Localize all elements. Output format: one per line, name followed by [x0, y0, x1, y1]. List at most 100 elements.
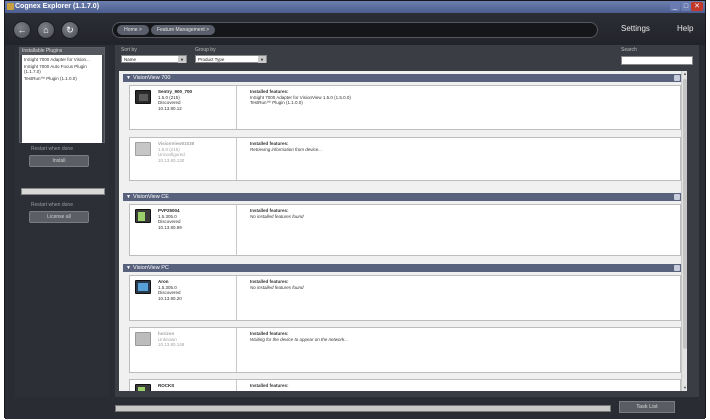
- collapse-triangle-icon: ▼: [126, 75, 131, 81]
- collapse-triangle-icon: ▼: [126, 194, 131, 200]
- group-header-visionview-ce[interactable]: ▼ VisionView CE: [123, 193, 683, 201]
- device-ip: 10.13.80.148: [158, 342, 185, 347]
- back-arrow-icon: ←: [17, 25, 27, 35]
- list-item[interactable]: TestRun™ Plugin (1.1.0.0): [22, 74, 102, 81]
- computer-icon: [135, 280, 151, 294]
- search-input[interactable]: [621, 56, 693, 65]
- task-list-button[interactable]: Task List: [619, 401, 675, 413]
- collapse-triangle-icon: ▼: [126, 265, 131, 271]
- refresh-icon: ↻: [66, 25, 74, 35]
- app-icon: [7, 3, 14, 10]
- device-info: PVP25004 1.5.305.0 Discovered 10.13.80.9…: [158, 208, 182, 230]
- list-item[interactable]: InSight 7000 Adapter for Vision...: [22, 55, 102, 62]
- group-value: Product Type: [198, 57, 225, 62]
- device-info: ROCKS: [158, 383, 174, 389]
- device-card[interactable]: horizon Unknown 10.13.80.148 Installed f…: [129, 327, 681, 373]
- home-icon: ⌂: [43, 25, 49, 35]
- license-input[interactable]: [21, 188, 105, 195]
- copy-icon[interactable]: [674, 194, 680, 200]
- restart-note: Restart when done: [31, 202, 73, 208]
- device-card[interactable]: Sentry_900_700 1.5.0 (215) Discovered 10…: [129, 85, 681, 130]
- list-item[interactable]: InSight 7000 Auto Focus Plugin (1.1.7.0): [22, 62, 102, 74]
- breadcrumb-home[interactable]: Home >: [117, 25, 149, 35]
- operator-panel-icon: [135, 209, 151, 223]
- vertical-scrollbar[interactable]: ▲ ▼: [681, 71, 687, 391]
- refresh-button[interactable]: ↻: [61, 21, 79, 39]
- device-ip: 10.13.80.20: [158, 295, 182, 301]
- breadcrumb: Home > Feature Management >: [112, 22, 598, 38]
- device-ip: 10.13.80.12: [158, 105, 182, 111]
- search-label: Search: [621, 47, 637, 53]
- device-name: VisionView01038: [158, 141, 195, 146]
- device-list: ▼ VisionView 700 Sentry_900_700 1.5.0 (2…: [119, 71, 687, 391]
- settings-link[interactable]: Settings: [621, 24, 650, 33]
- window-title: Cognex Explorer (1.1.7.0): [15, 3, 100, 10]
- toolbar: ← ⌂ ↻ Home > Feature Management > Settin…: [5, 13, 705, 45]
- device-features: Installed features: Retrieving informati…: [250, 141, 322, 152]
- group-header-visionview-700[interactable]: ▼ VisionView 700: [123, 74, 683, 82]
- close-button[interactable]: ✕: [691, 2, 703, 11]
- restart-note: Restart when done: [31, 146, 73, 152]
- feature-item: Waiting for the device to appear on the …: [250, 336, 348, 342]
- device-ip: 10.13.80.130: [158, 157, 185, 163]
- camera-offline-icon: [135, 142, 151, 156]
- group-name: VisionView 700: [133, 75, 171, 81]
- maximize-button[interactable]: □: [681, 2, 691, 11]
- features-title: Installed features:: [250, 383, 289, 388]
- device-info: horizon Unknown 10.13.80.148: [158, 331, 184, 348]
- device-status: Discovered: [158, 290, 181, 295]
- chevron-down-icon: ▼: [178, 56, 186, 63]
- device-features: Installed features: InSight 7000 Adapter…: [250, 89, 351, 106]
- operator-panel-icon: [135, 384, 151, 391]
- sidebar: Installable Plugins InSight 7000 Adapter…: [15, 45, 109, 415]
- scroll-up-icon[interactable]: ▲: [682, 71, 687, 77]
- back-button[interactable]: ←: [13, 21, 31, 39]
- camera-icon: [135, 90, 151, 104]
- sort-value: Name: [124, 57, 137, 62]
- main-content: Sort by Name ▼ Group by Product Type ▼ Sea…: [115, 45, 699, 397]
- device-features: Installed features: No installed feature…: [250, 279, 304, 290]
- app-window: Cognex Explorer (1.1.7.0) _ □ ✕ ← ⌂ ↻ Ho…: [4, 0, 706, 419]
- device-ip: 10.13.80.99: [158, 224, 182, 230]
- sort-label: Sort by: [121, 47, 137, 53]
- feature-item: No installed features found: [250, 284, 304, 290]
- copy-icon[interactable]: [674, 75, 680, 81]
- chevron-down-icon: ▼: [258, 56, 266, 63]
- feature-item: No installed features found: [250, 213, 304, 219]
- device-status: Discovered: [158, 219, 181, 224]
- copy-icon[interactable]: [674, 265, 680, 271]
- license-all-button[interactable]: License all: [29, 211, 89, 223]
- feature-item: Retrieving information from device...: [250, 146, 323, 152]
- minimize-button[interactable]: _: [670, 2, 680, 11]
- title-bar: Cognex Explorer (1.1.7.0) _ □ ✕: [5, 1, 705, 13]
- install-button[interactable]: Install: [29, 155, 89, 167]
- scrollbar-thumb[interactable]: [683, 79, 687, 349]
- device-features: Installed features:: [250, 383, 289, 389]
- device-info: VisionView01038 1.5.0 (215) Unconfigured…: [158, 141, 194, 163]
- device-card[interactable]: PVP25004 1.5.305.0 Discovered 10.13.80.9…: [129, 204, 681, 256]
- installable-plugins-panel: Installable Plugins InSight 7000 Adapter…: [19, 47, 105, 143]
- breadcrumb-feature-management[interactable]: Feature Management >: [151, 25, 215, 35]
- device-info: Aron 1.5.305.0 Discovered 10.13.80.20: [158, 279, 182, 301]
- status-bar: Task List: [5, 397, 705, 419]
- device-features: Installed features: No installed feature…: [250, 208, 304, 219]
- device-name: PVP25004: [158, 208, 180, 213]
- device-info: Sentry_900_700 1.5.0 (215) Discovered 10…: [158, 89, 192, 111]
- home-button[interactable]: ⌂: [37, 21, 55, 39]
- group-select[interactable]: Product Type ▼: [195, 55, 267, 63]
- group-label: Group by: [195, 47, 216, 53]
- help-link[interactable]: Help: [677, 24, 693, 33]
- feature-item: TestRun™ Plugin (1.1.0.0): [250, 100, 303, 105]
- device-card[interactable]: Aron 1.5.305.0 Discovered 10.13.80.20 In…: [129, 275, 681, 321]
- device-name: ROCKS: [158, 383, 175, 388]
- group-header-visionview-pc[interactable]: ▼ VisionView PC: [123, 264, 683, 272]
- device-features: Installed features: Waiting for the devi…: [250, 331, 348, 342]
- computer-offline-icon: [135, 332, 151, 346]
- group-name: VisionView PC: [133, 265, 169, 271]
- sort-select[interactable]: Name ▼: [121, 55, 187, 63]
- plugins-panel-title: Installable Plugins: [20, 48, 104, 55]
- plugins-list: InSight 7000 Adapter for Vision... InSig…: [22, 55, 102, 143]
- scroll-down-icon[interactable]: ▼: [682, 385, 687, 391]
- device-card[interactable]: VisionView01038 1.5.0 (215) Unconfigured…: [129, 137, 681, 181]
- device-card[interactable]: ROCKS Installed features:: [129, 379, 681, 391]
